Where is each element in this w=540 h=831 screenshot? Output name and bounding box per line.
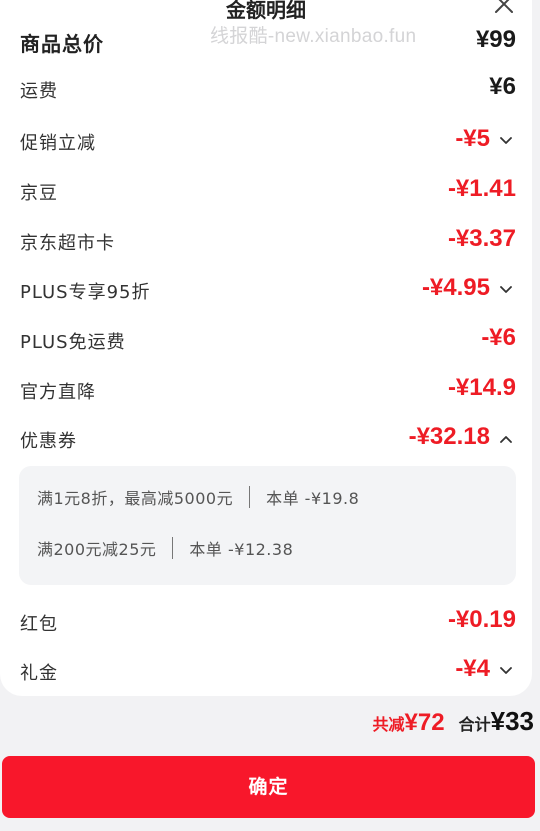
chevron-down-icon[interactable] <box>498 282 514 298</box>
row-label: 官方直降 <box>20 382 96 403</box>
row-amount: -¥3.37 <box>447 225 516 252</box>
row-amount: -¥32.18 <box>408 423 490 450</box>
row-label: 促销立减 <box>20 133 96 154</box>
total-reduce-label: 共减 <box>372 715 405 734</box>
row-label: 运费 <box>20 81 58 102</box>
row-red-packet: 红包 -¥0.19 <box>0 602 532 642</box>
row-amount: -¥4 <box>455 655 490 682</box>
total-summary: 共减¥72 合计¥33 <box>373 706 534 737</box>
total-reduce-value: ¥72 <box>404 709 445 736</box>
divider <box>249 486 251 508</box>
row-amount: -¥14.9 <box>447 374 516 401</box>
row-label: 优惠券 <box>20 431 77 452</box>
row-amount: ¥6 <box>489 73 516 100</box>
row-jingdou: 京豆 -¥1.41 <box>0 171 532 211</box>
chevron-down-icon[interactable] <box>498 663 514 679</box>
row-promo-discount[interactable]: 促销立减 -¥5 <box>0 121 532 161</box>
row-label: 红包 <box>20 614 58 635</box>
coupon-detail-box: 满1元8折，最高减5000元 本单 -¥19.8 满200元减25元 本单 -¥12… <box>19 466 516 585</box>
row-amount: ¥99 <box>475 26 516 53</box>
row-amount: -¥5 <box>455 125 490 152</box>
row-label: 京豆 <box>20 183 58 204</box>
row-label: 商品总价 <box>20 32 104 56</box>
row-label: PLUS免运费 <box>20 332 126 353</box>
row-amount: -¥4.95 <box>421 274 490 301</box>
divider <box>172 537 174 559</box>
total-sum-label: 合计 <box>458 715 491 734</box>
row-goods-total: 商品总价 ¥99 <box>0 22 532 62</box>
row-amount: -¥6 <box>481 324 516 351</box>
coupon-saving: 本单 -¥19.8 <box>266 489 360 508</box>
sheet-title: 金额明细 <box>226 0 306 22</box>
row-plus-discount[interactable]: PLUS专享95折 -¥4.95 <box>0 270 532 310</box>
row-amount: -¥0.19 <box>447 606 516 633</box>
row-label: 礼金 <box>20 663 58 684</box>
coupon-item: 满200元减25元 本单 -¥12.38 <box>37 536 293 566</box>
row-plus-free-shipping: PLUS免运费 -¥6 <box>0 320 532 360</box>
row-amount: -¥1.41 <box>447 175 516 202</box>
row-coupon[interactable]: 优惠券 -¥32.18 <box>0 419 532 459</box>
chevron-down-icon[interactable] <box>498 133 514 149</box>
chevron-up-icon[interactable] <box>498 431 514 447</box>
row-official-markdown: 官方直降 -¥14.9 <box>0 370 532 410</box>
amount-detail-sheet: 金额明细 线报酷-new.xianbao.fun 商品总价 ¥99 运费 ¥6 … <box>0 0 540 696</box>
amount-detail-panel: 金额明细 线报酷-new.xianbao.fun 商品总价 ¥99 运费 ¥6 … <box>0 0 532 696</box>
total-sum-value: ¥33 <box>490 706 534 736</box>
confirm-button[interactable]: 确定 <box>2 756 535 818</box>
row-shipping: 运费 ¥6 <box>0 69 532 109</box>
row-supermarket-card: 京东超市卡 -¥3.37 <box>0 221 532 261</box>
row-gift-money[interactable]: 礼金 -¥4 <box>0 651 532 691</box>
row-label: 京东超市卡 <box>20 233 115 254</box>
coupon-saving: 本单 -¥12.38 <box>189 540 294 559</box>
close-icon[interactable] <box>490 0 518 22</box>
coupon-condition: 满200元减25元 <box>37 540 157 559</box>
row-label: PLUS专享95折 <box>20 282 151 303</box>
coupon-item: 满1元8折，最高减5000元 本单 -¥19.8 <box>37 485 359 515</box>
order-total-bar: 共减¥72 合计¥33 <box>0 700 540 746</box>
coupon-condition: 满1元8折，最高减5000元 <box>37 489 234 508</box>
